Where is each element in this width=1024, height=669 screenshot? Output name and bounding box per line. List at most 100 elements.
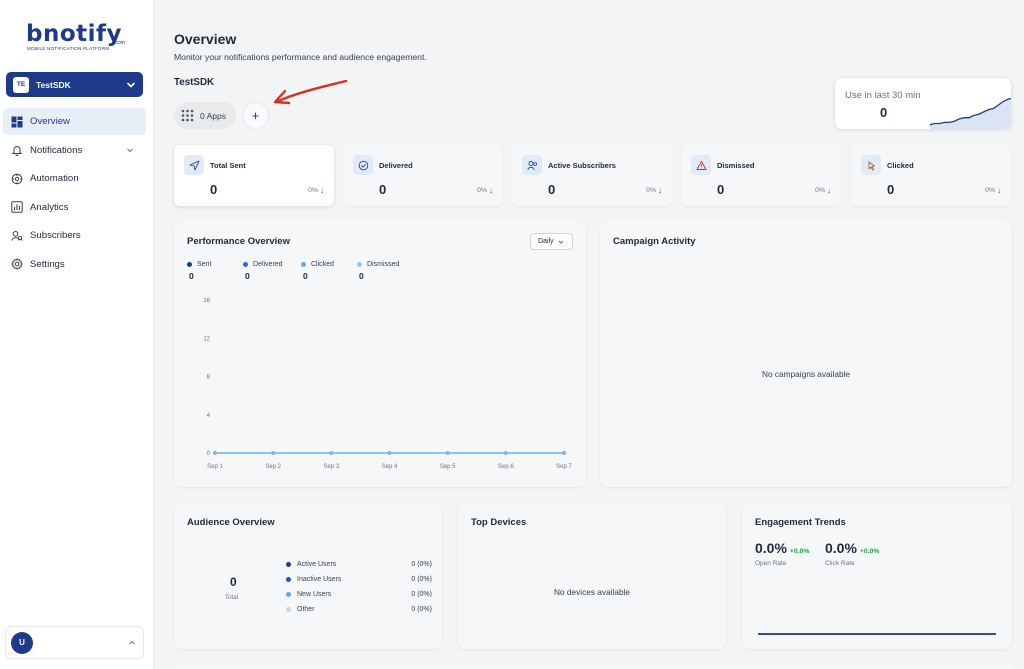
stat-label: Active Subscribers <box>548 161 616 170</box>
legend-item-delivered[interactable]: Delivered 0 <box>243 261 295 281</box>
list-item: Active Users 0 (0%) <box>286 557 432 572</box>
legend-dot <box>187 262 192 267</box>
devices-title: Top Devices <box>471 517 527 528</box>
segment-label: New Users <box>297 591 332 598</box>
stat-change-value: 0% <box>308 187 318 194</box>
devices-panel: Top Devices No devices available <box>458 502 726 649</box>
nav-item-subscribers[interactable]: Subscribers <box>3 222 146 249</box>
click-rate-delta: +0.0% <box>859 548 880 555</box>
legend-value: 0 <box>303 271 308 281</box>
legend-label: Sent <box>197 261 212 268</box>
x-tick-label: Sep 1 <box>207 464 223 470</box>
usage-label: Use in last 30 min <box>845 90 921 101</box>
audience-segments: Active Users 0 (0%) Inactive Users 0 (0%) … <box>286 557 432 617</box>
main-nav: Overview Notifications Automation Analyt… <box>3 108 146 280</box>
stat-change-value: 0% <box>815 187 825 194</box>
stat-label: Total Sent <box>210 161 246 170</box>
warning-icon <box>691 155 711 175</box>
apps-count: 0 Apps <box>200 110 226 121</box>
list-item: Inactive Users 0 (0%) <box>286 572 432 587</box>
stat-change-value: 0% <box>646 187 656 194</box>
bar-chart-icon <box>11 201 23 213</box>
legend-label: Clicked <box>311 261 334 268</box>
x-tick-label: Sep 4 <box>382 464 398 470</box>
apps-selector[interactable]: 0 Apps <box>174 102 236 129</box>
stat-card-active-subscribers[interactable]: Active Subscribers 0 0% ↓ <box>512 145 672 206</box>
chevron-down-icon <box>558 240 563 244</box>
legend-item-clicked[interactable]: Clicked 0 <box>301 261 351 281</box>
stat-value: 0 <box>548 182 556 197</box>
stat-value: 0 <box>379 182 387 197</box>
stat-card-clicked[interactable]: Clicked 0 0% ↓ <box>851 145 1011 206</box>
y-tick-label: 4 <box>207 413 211 419</box>
chevron-up-icon <box>129 640 135 644</box>
bottom-panel-edge <box>174 663 1012 669</box>
legend-label: Dismissed <box>367 261 400 268</box>
dashboard-icon <box>11 116 23 127</box>
sparkline-area <box>930 98 1011 129</box>
nav-label-automation: Automation <box>30 173 79 185</box>
data-point <box>562 451 566 455</box>
nav-item-overview[interactable]: Overview <box>3 108 146 135</box>
click-rate-label: Click Rate <box>825 560 855 567</box>
usage-value: 0 <box>880 105 888 120</box>
stat-card-total-sent[interactable]: Total Sent 0 0% ↓ <box>174 145 334 206</box>
stat-value: 0 <box>717 182 725 197</box>
x-tick-label: Sep 3 <box>323 464 339 470</box>
workspace-switcher[interactable]: TE TestSDK <box>6 72 143 97</box>
open-rate-label: Open Rate <box>755 560 787 567</box>
annotation-arrow-icon <box>273 79 348 105</box>
engagement-title: Engagement Trends <box>755 517 846 528</box>
campaign-empty-state: No campaigns available <box>761 369 851 379</box>
workspace-name: TestSDK <box>36 79 71 90</box>
nav-item-notifications[interactable]: Notifications <box>3 137 146 164</box>
arrow-down-icon: ↓ <box>489 186 493 195</box>
data-point <box>271 451 276 455</box>
add-app-button[interactable]: + <box>242 102 269 129</box>
legend-dot <box>301 262 306 267</box>
stat-change: 0% ↓ <box>985 186 1001 195</box>
nav-item-settings[interactable]: Settings <box>3 251 146 278</box>
audience-total-value: 0 <box>230 575 237 589</box>
legend-value: 0 <box>189 271 194 281</box>
segment-dot <box>286 607 291 612</box>
send-icon <box>184 155 204 175</box>
segment-label: Active Users <box>297 561 337 568</box>
chevron-down-icon <box>127 148 133 153</box>
avatar: U <box>11 631 33 654</box>
stat-change: 0% ↓ <box>308 186 324 195</box>
stat-card-dismissed[interactable]: Dismissed 0 0% ↓ <box>681 145 841 206</box>
data-point <box>329 451 334 455</box>
stat-label: Clicked <box>887 161 914 170</box>
grid-icon <box>181 109 194 122</box>
y-tick-label: 16 <box>203 298 210 304</box>
stat-card-delivered[interactable]: Delivered 0 0% ↓ <box>343 145 503 206</box>
page-subtitle: Monitor your notifications performance a… <box>174 52 427 62</box>
x-tick-label: Sep 2 <box>265 464 281 470</box>
list-item: Other 0 (0%) <box>286 602 432 617</box>
nav-item-automation[interactable]: Automation <box>3 165 146 192</box>
legend-label: Delivered <box>253 261 283 268</box>
nav-item-analytics[interactable]: Analytics <box>3 194 146 221</box>
arrow-down-icon: ↓ <box>827 186 831 195</box>
stat-change: 0% ↓ <box>815 186 831 195</box>
data-point <box>503 451 508 455</box>
open-rate-delta: +0.0% <box>789 548 810 555</box>
check-circle-icon <box>353 155 373 175</box>
stat-label: Delivered <box>379 161 413 170</box>
x-tick-label: Sep 6 <box>498 464 514 470</box>
brand-logo[interactable]: bnotify .com MOBILE NOTIFICATION PLATFOR… <box>26 23 126 54</box>
legend-item-sent[interactable]: Sent 0 <box>187 261 237 281</box>
app-name: TestSDK <box>174 77 215 88</box>
user-menu[interactable]: U <box>5 626 144 659</box>
legend-dot <box>243 262 248 267</box>
legend-item-dismissed[interactable]: Dismissed 0 <box>357 261 407 281</box>
nav-label-subscribers: Subscribers <box>30 230 81 242</box>
legend-dot <box>357 262 362 267</box>
page-title: Overview <box>174 31 237 47</box>
bell-icon <box>11 146 23 157</box>
audience-total-label: Total <box>225 594 239 601</box>
click-rate-metric: 0.0% +0.0% Click Rate <box>825 540 879 567</box>
period-select[interactable]: Daily <box>530 233 573 250</box>
usage-sparkline <box>930 97 1011 129</box>
